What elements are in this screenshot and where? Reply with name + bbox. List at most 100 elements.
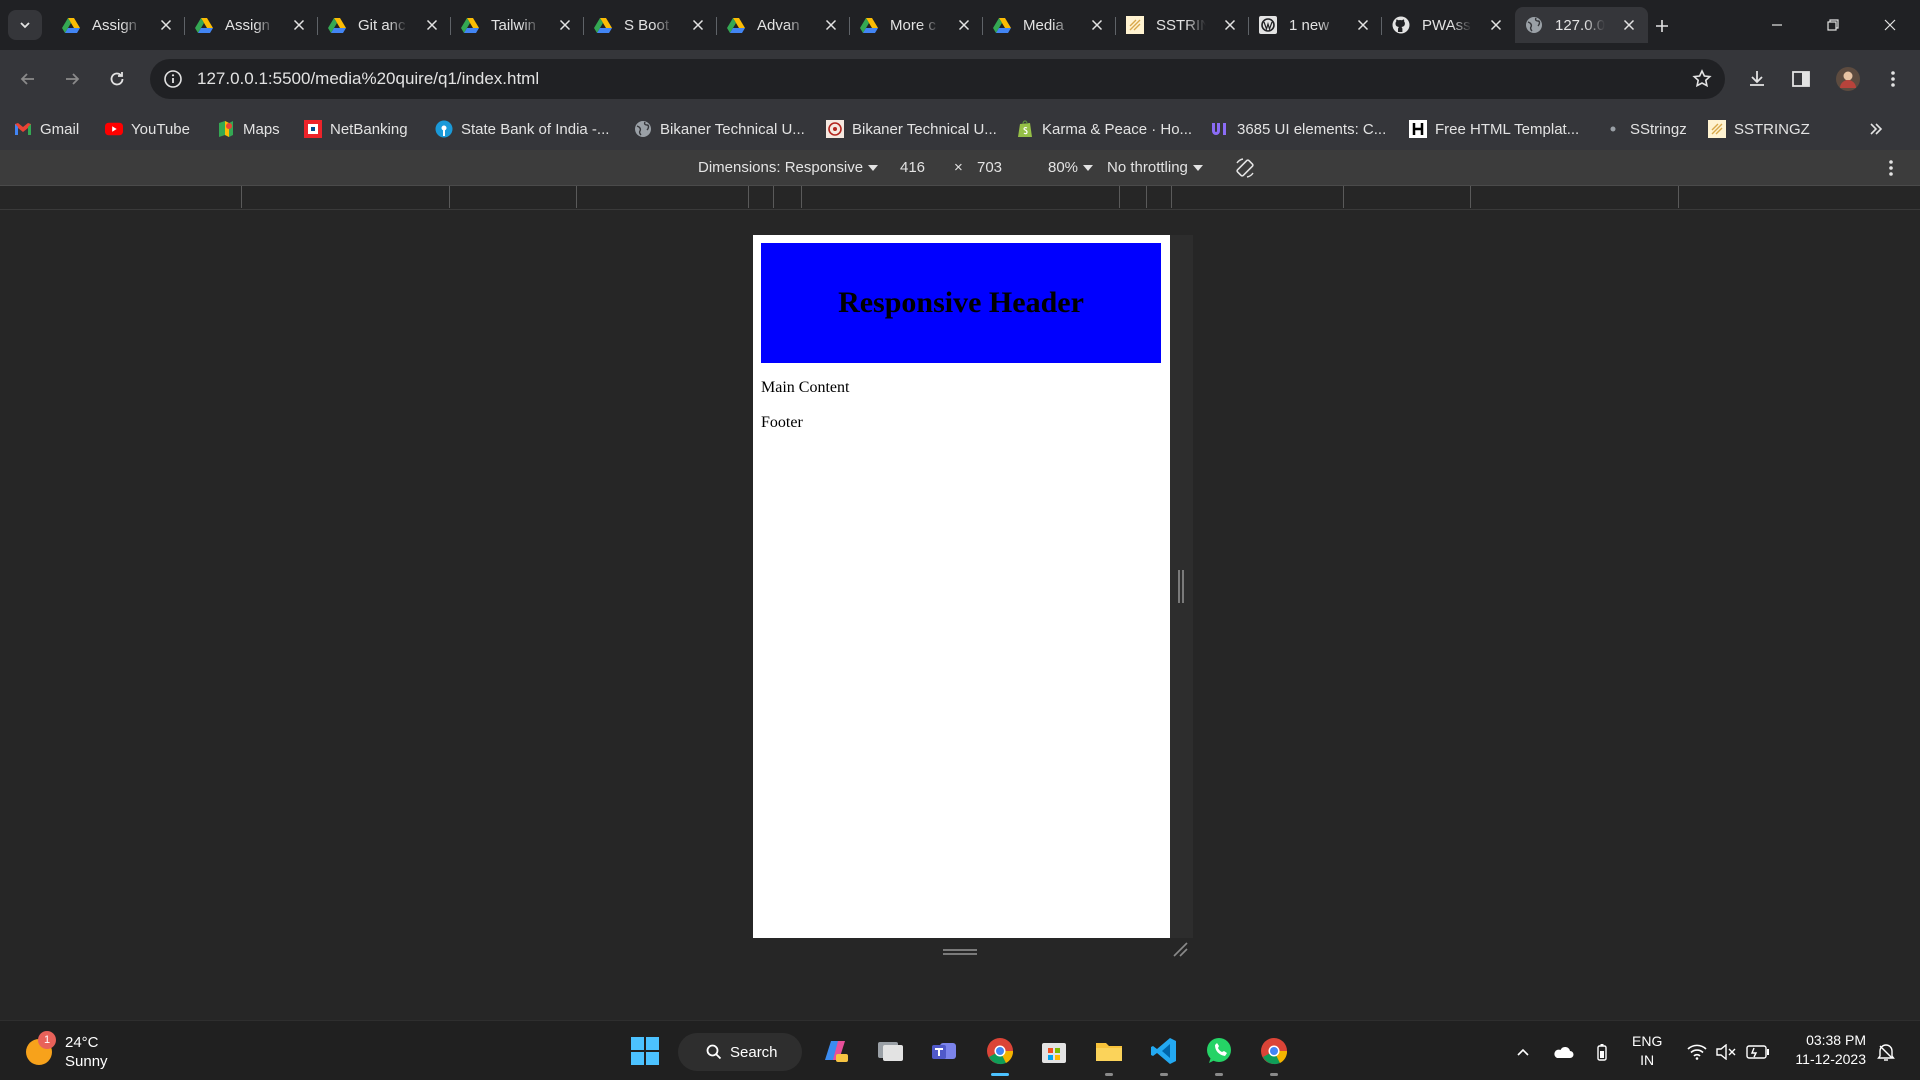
start-button[interactable] bbox=[627, 1033, 663, 1069]
tab[interactable]: PWAss bbox=[1382, 7, 1515, 43]
vscode-app[interactable] bbox=[1146, 1033, 1182, 1076]
taskbar-search[interactable]: Search bbox=[678, 1033, 802, 1071]
language-indicator[interactable]: ENG IN bbox=[1632, 1032, 1662, 1070]
bookmark-item[interactable]: YouTube bbox=[105, 116, 190, 142]
volume-muted-icon[interactable] bbox=[1714, 1041, 1738, 1063]
bookmark-item[interactable]: NetBanking bbox=[304, 116, 408, 142]
bookmark-item[interactable]: Bikaner Technical U... bbox=[826, 116, 997, 142]
resize-handle-right[interactable] bbox=[1178, 570, 1184, 603]
close-icon bbox=[1623, 19, 1635, 31]
bookmark-item[interactable]: Free HTML Templat... bbox=[1409, 116, 1579, 142]
running-indicator bbox=[1105, 1073, 1113, 1076]
google-drive-icon bbox=[860, 16, 878, 34]
tab-active[interactable]: 127.0.0 bbox=[1515, 7, 1648, 43]
chrome-icon bbox=[1261, 1038, 1288, 1065]
tab[interactable]: Assign bbox=[52, 7, 185, 43]
profile-avatar[interactable] bbox=[1833, 64, 1863, 94]
site-info-icon[interactable] bbox=[162, 68, 184, 90]
tab[interactable]: More c bbox=[850, 7, 983, 43]
close-tab-button[interactable] bbox=[822, 16, 840, 34]
resize-corner-icon[interactable] bbox=[1172, 941, 1188, 957]
reload-icon bbox=[110, 72, 124, 86]
download-icon[interactable] bbox=[1742, 64, 1772, 94]
tab[interactable]: Assign bbox=[185, 7, 318, 43]
bookmark-item[interactable]: Bikaner Technical U... bbox=[634, 116, 805, 142]
bookmark-item[interactable]: State Bank of India -... bbox=[435, 116, 609, 142]
close-tab-button[interactable] bbox=[1620, 16, 1638, 34]
minimize-button[interactable] bbox=[1749, 0, 1805, 50]
media-query-bar[interactable] bbox=[0, 186, 1920, 210]
more-menu-icon[interactable] bbox=[1878, 64, 1908, 94]
battery-small-icon[interactable] bbox=[1590, 1041, 1614, 1063]
address-bar[interactable]: 127.0.0.1:5500/media%20quire/q1/index.ht… bbox=[150, 59, 1725, 99]
close-tab-button[interactable] bbox=[1088, 16, 1106, 34]
tab-search-button[interactable] bbox=[8, 10, 42, 40]
close-tab-button[interactable] bbox=[689, 16, 707, 34]
close-tab-button[interactable] bbox=[423, 16, 441, 34]
language-code: ENG bbox=[1632, 1033, 1663, 1049]
bookmark-item[interactable]: 3685 UI elements: C... bbox=[1211, 116, 1386, 142]
search-label: Search bbox=[730, 1043, 778, 1061]
zoom-select[interactable]: 80% bbox=[1048, 159, 1094, 176]
notifications-icon[interactable] bbox=[1874, 1041, 1898, 1063]
forward-button[interactable] bbox=[56, 63, 88, 95]
bookmark-label: YouTube bbox=[131, 120, 190, 138]
google-drive-icon bbox=[461, 16, 479, 34]
dimensions-select[interactable]: Dimensions: Responsive bbox=[698, 159, 879, 176]
tab[interactable]: Advan bbox=[717, 7, 850, 43]
tab[interactable]: Media bbox=[983, 7, 1116, 43]
tab[interactable]: Git anc bbox=[318, 7, 451, 43]
teams-app[interactable] bbox=[926, 1033, 962, 1069]
tab[interactable]: Tailwin bbox=[451, 7, 584, 43]
close-tab-button[interactable] bbox=[955, 16, 973, 34]
back-button[interactable] bbox=[12, 63, 44, 95]
bookmark-label: Free HTML Templat... bbox=[1435, 120, 1580, 138]
height-input[interactable]: 703 bbox=[977, 159, 1002, 176]
close-tab-button[interactable] bbox=[1354, 16, 1372, 34]
side-panel-icon[interactable] bbox=[1786, 64, 1816, 94]
resize-handle-bottom[interactable] bbox=[943, 949, 977, 955]
file-explorer-app[interactable] bbox=[1091, 1033, 1127, 1076]
onedrive-icon[interactable] bbox=[1551, 1041, 1575, 1063]
close-tab-button[interactable] bbox=[556, 16, 574, 34]
task-view-app[interactable] bbox=[872, 1033, 908, 1069]
close-icon bbox=[1357, 19, 1369, 31]
bookmark-item[interactable]: SSTRINGZ bbox=[1708, 116, 1810, 142]
chrome-app-secondary[interactable] bbox=[1256, 1033, 1292, 1076]
close-window-button[interactable] bbox=[1862, 0, 1918, 50]
close-icon bbox=[293, 19, 305, 31]
bookmark-item[interactable]: SStringz bbox=[1604, 116, 1687, 142]
bookmark-star-icon[interactable] bbox=[1691, 68, 1713, 90]
rotate-icon[interactable] bbox=[1234, 157, 1256, 179]
battery-icon[interactable] bbox=[1746, 1041, 1770, 1063]
width-input[interactable]: 416 bbox=[900, 159, 925, 176]
reload-button[interactable] bbox=[101, 63, 133, 95]
tray-chevron-up-icon[interactable] bbox=[1511, 1041, 1535, 1063]
url-text[interactable]: 127.0.0.1:5500/media%20quire/q1/index.ht… bbox=[197, 69, 539, 89]
close-tab-button[interactable] bbox=[157, 16, 175, 34]
bookmark-item[interactable]: Karma & Peace · Ho... bbox=[1016, 116, 1192, 142]
tab[interactable]: 1 new bbox=[1249, 7, 1382, 43]
weather-widget[interactable]: 1 24°C Sunny bbox=[26, 1031, 108, 1071]
tab[interactable]: S Boot bbox=[584, 7, 717, 43]
clock[interactable]: 03:38 PM 11-12-2023 bbox=[1784, 1031, 1866, 1069]
new-tab-button[interactable] bbox=[1648, 12, 1676, 40]
close-tab-button[interactable] bbox=[1221, 16, 1239, 34]
throttling-select[interactable]: No throttling bbox=[1107, 159, 1203, 176]
store-app[interactable] bbox=[1036, 1033, 1072, 1069]
bookmarks-overflow-button[interactable] bbox=[1868, 116, 1884, 142]
tab[interactable]: SSTRIN bbox=[1116, 7, 1249, 43]
whatsapp-app[interactable] bbox=[1201, 1033, 1237, 1076]
restore-button[interactable] bbox=[1805, 0, 1861, 50]
device-more-icon[interactable] bbox=[1888, 158, 1894, 178]
wifi-icon[interactable] bbox=[1685, 1041, 1709, 1063]
close-tab-button[interactable] bbox=[1487, 16, 1505, 34]
copilot-app[interactable] bbox=[817, 1033, 853, 1069]
tab-title: Assign bbox=[225, 16, 271, 34]
chrome-app-active[interactable] bbox=[982, 1033, 1018, 1076]
bookmark-item[interactable]: Gmail bbox=[14, 116, 79, 142]
close-tab-button[interactable] bbox=[290, 16, 308, 34]
github-icon bbox=[1392, 16, 1410, 34]
browser-toolbar: 127.0.0.1:5500/media%20quire/q1/index.ht… bbox=[0, 50, 1920, 108]
bookmark-item[interactable]: Maps bbox=[217, 116, 280, 142]
